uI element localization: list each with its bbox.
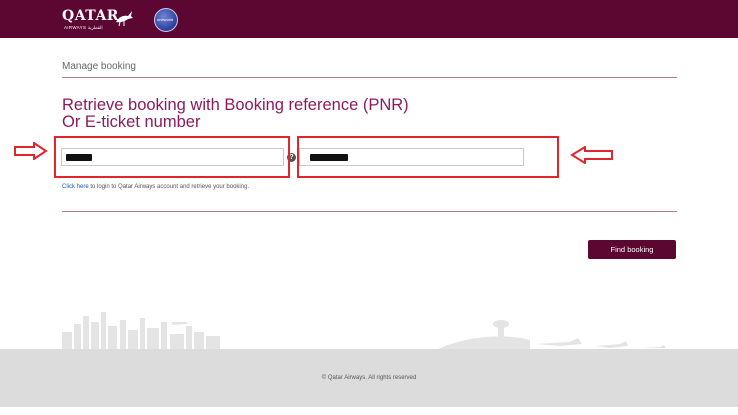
header-bar: QATAR AIRWAYS القطرية oneworld <box>0 0 738 38</box>
oneworld-badge[interactable]: oneworld <box>154 8 178 32</box>
click-here-link[interactable]: Click here <box>62 184 89 190</box>
footer: © Qatar Airways. All rights reserved <box>0 349 738 407</box>
heading-line2: Or E-ticket number <box>62 113 201 131</box>
highlight-box-left <box>54 136 290 178</box>
login-hint-text: to login to Qatar Airways account and re… <box>88 184 250 190</box>
qatar-airways-logo[interactable]: QATAR AIRWAYS القطرية <box>62 6 137 32</box>
arrow-left-icon <box>570 146 613 164</box>
divider-top <box>62 77 677 78</box>
footer-copyright: © Qatar Airways. All rights reserved <box>321 375 417 381</box>
skyline-illustration <box>62 312 666 350</box>
heading-line1: Retrieve booking with Booking reference … <box>62 96 409 114</box>
section-title: Manage booking <box>62 61 136 72</box>
logo-text: QATAR <box>62 8 119 24</box>
find-booking-button[interactable]: Find booking <box>588 240 676 259</box>
oneworld-badge-text: oneworld <box>157 17 174 22</box>
oryx-icon <box>116 11 133 27</box>
logo-subtext: AIRWAYS القطرية <box>64 25 103 30</box>
bottom-strip <box>0 407 738 415</box>
divider-bottom <box>62 211 677 212</box>
highlight-box-right <box>297 136 559 178</box>
login-hint: Click here to login to Qatar Airways acc… <box>62 184 249 190</box>
arrow-right-icon <box>14 142 48 160</box>
page-heading: Retrieve booking with Booking reference … <box>62 97 562 131</box>
